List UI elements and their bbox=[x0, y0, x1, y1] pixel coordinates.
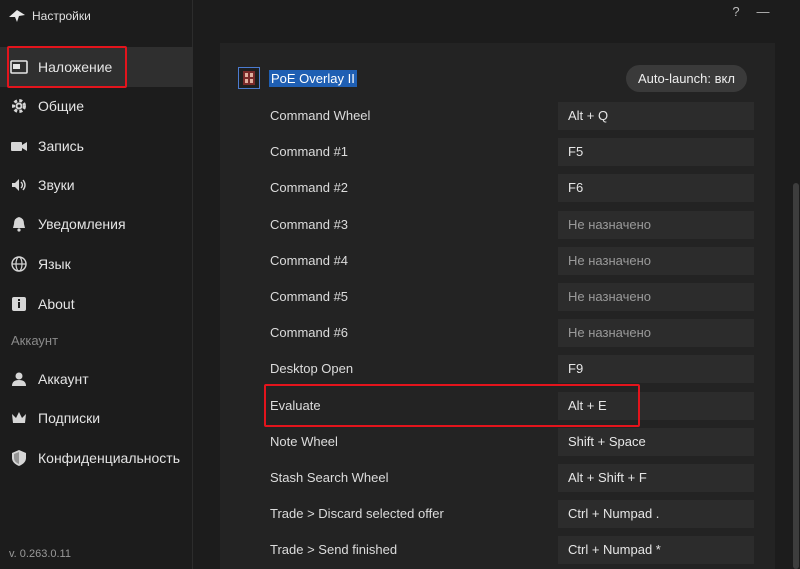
crown-icon bbox=[0, 409, 38, 427]
hotkey-label: Command #3 bbox=[270, 217, 349, 232]
sidebar-item-general[interactable]: Общие bbox=[0, 86, 193, 126]
sidebar-item-recording[interactable]: Запись bbox=[0, 126, 193, 166]
sidebar-item-label: Конфиденциальность bbox=[38, 450, 181, 466]
sidebar-item-language[interactable]: Язык bbox=[0, 244, 193, 284]
sidebar-item-account[interactable]: Аккаунт bbox=[0, 359, 193, 399]
user-icon bbox=[0, 370, 38, 388]
bell-icon bbox=[0, 215, 38, 233]
hotkey-field[interactable]: F6 bbox=[558, 174, 754, 202]
app-logo-icon bbox=[9, 10, 25, 22]
overlay-name: PoE Overlay II bbox=[269, 69, 357, 87]
hotkey-field[interactable]: F5 bbox=[558, 138, 754, 166]
speaker-icon bbox=[0, 176, 38, 194]
hotkey-label: Command #4 bbox=[270, 253, 349, 268]
hotkey-field[interactable]: Не назначено bbox=[558, 283, 754, 311]
globe-icon bbox=[0, 255, 38, 273]
info-icon bbox=[0, 295, 38, 313]
app-title-text: Настройки bbox=[32, 9, 91, 23]
sidebar-item-label: About bbox=[38, 296, 75, 312]
sidebar-item-label: Уведомления bbox=[38, 216, 126, 232]
hotkey-label: Command #6 bbox=[270, 325, 349, 340]
sidebar-item-sounds[interactable]: Звуки bbox=[0, 165, 193, 205]
sidebar-item-about[interactable]: About bbox=[0, 284, 193, 324]
sidebar-item-label: Общие bbox=[38, 98, 85, 114]
hotkey-label: Command #2 bbox=[270, 180, 349, 195]
shield-icon bbox=[0, 449, 38, 467]
sidebar-item-subscriptions[interactable]: Подписки bbox=[0, 398, 193, 438]
hotkey-field[interactable]: Не назначено bbox=[558, 319, 754, 347]
account-section-label: Аккаунт bbox=[11, 333, 59, 348]
scrollbar[interactable] bbox=[793, 183, 799, 569]
poe-overlay-app-icon bbox=[238, 67, 260, 89]
sidebar-item-privacy[interactable]: Конфиденциальность bbox=[0, 438, 193, 478]
gear-icon bbox=[0, 97, 38, 115]
hotkey-field[interactable]: Alt + E bbox=[558, 392, 754, 420]
overlay-icon bbox=[0, 58, 38, 76]
hotkey-field[interactable]: Не назначено bbox=[558, 211, 754, 239]
hotkey-field[interactable]: Shift + Space bbox=[558, 428, 754, 456]
minimize-button[interactable]: — bbox=[756, 4, 770, 19]
hotkey-field[interactable]: F9 bbox=[558, 355, 754, 383]
sidebar-item-notifications[interactable]: Уведомления bbox=[0, 204, 193, 244]
sidebar-item-label: Запись bbox=[38, 138, 84, 154]
sidebar-item-label: Язык bbox=[38, 256, 71, 272]
help-button[interactable]: ? bbox=[729, 4, 743, 19]
autolaunch-toggle[interactable]: Auto-launch: вкл bbox=[626, 65, 747, 92]
hotkey-label: Command #1 bbox=[270, 144, 349, 159]
hotkey-label: Trade > Discard selected offer bbox=[270, 506, 444, 521]
sidebar-item-label: Наложение bbox=[38, 59, 113, 75]
hotkey-field[interactable]: Ctrl + Numpad * bbox=[558, 536, 754, 564]
hotkey-label: Evaluate bbox=[270, 398, 321, 413]
sidebar-item-label: Звуки bbox=[38, 177, 75, 193]
app-title: Настройки bbox=[8, 6, 91, 26]
hotkey-field[interactable]: Alt + Q bbox=[558, 102, 754, 130]
sidebar: Настройки Наложение Общие Запись Звуки У… bbox=[0, 0, 193, 569]
sidebar-item-label: Аккаунт bbox=[38, 371, 89, 387]
hotkey-field[interactable]: Alt + Shift + F bbox=[558, 464, 754, 492]
hotkey-label: Command Wheel bbox=[270, 108, 371, 123]
hotkey-label: Note Wheel bbox=[270, 434, 338, 449]
hotkey-field[interactable]: Ctrl + Numpad . bbox=[558, 500, 754, 528]
overlay-header: PoE Overlay II bbox=[238, 66, 357, 90]
version-label: v. 0.263.0.11 bbox=[9, 548, 71, 560]
hotkey-field[interactable]: Не назначено bbox=[558, 247, 754, 275]
sidebar-item-label: Подписки bbox=[38, 410, 101, 426]
hotkey-label: Desktop Open bbox=[270, 361, 354, 376]
hotkey-label: Command #5 bbox=[270, 289, 349, 304]
hotkey-label: Trade > Send finished bbox=[270, 542, 398, 557]
hotkey-label: Stash Search Wheel bbox=[270, 470, 389, 485]
camera-icon bbox=[0, 137, 38, 155]
sidebar-item-overlay[interactable]: Наложение bbox=[0, 47, 193, 87]
